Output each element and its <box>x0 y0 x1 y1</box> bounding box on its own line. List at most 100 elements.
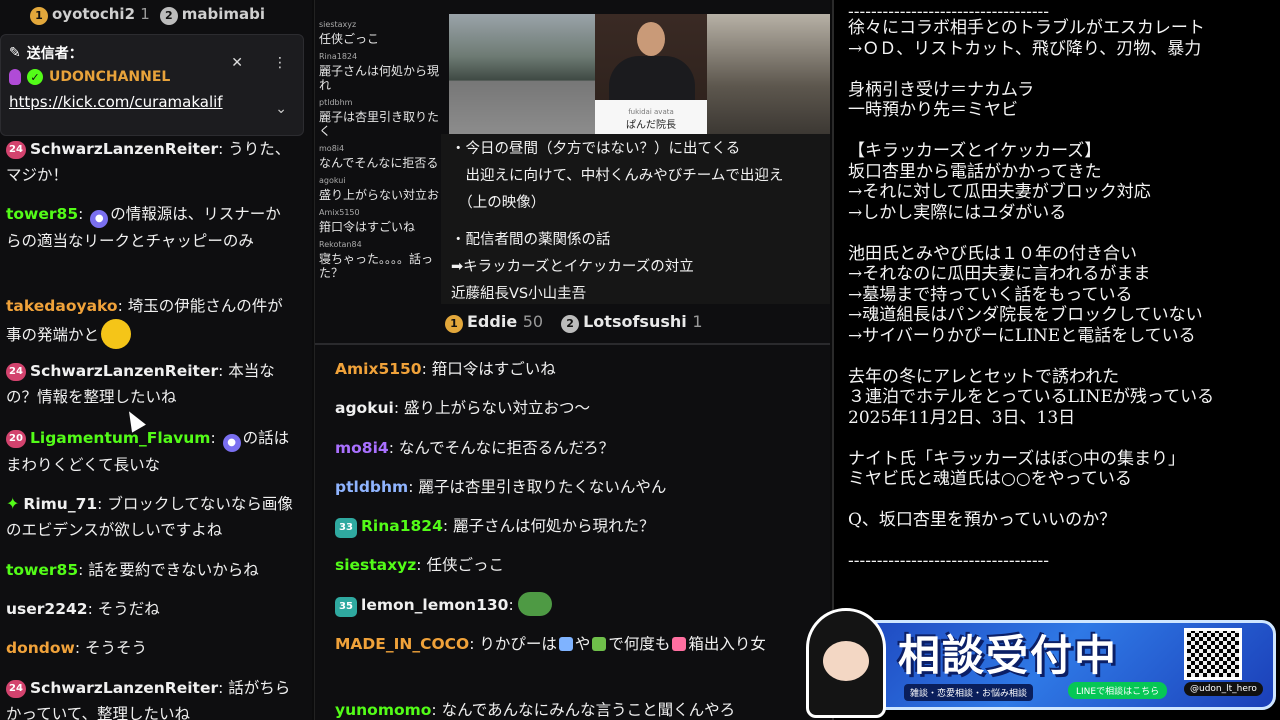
chat-username[interactable]: dondow <box>6 639 75 657</box>
rank-badge: 1 <box>30 6 48 25</box>
chevron-down-icon[interactable]: ⌄ <box>275 101 287 117</box>
chat-text: 盛り上がらない対立おつ〜 <box>404 399 591 417</box>
mini-chat-text: 麗子さんは何処から現れ <box>319 64 440 92</box>
leaderboard-count: 1 <box>140 5 150 24</box>
stream-notes-box: ・今日の昼間（夕方ではない？）に出てくる 出迎えに向けて、中村くんみやびチームで… <box>441 134 830 304</box>
note-line <box>848 428 1280 449</box>
chat-username[interactable]: SchwarzLanzenReiter <box>30 362 218 380</box>
leaderboard-user: oyotochi2 <box>52 5 136 24</box>
note-line: ミヤビ氏と魂道氏は○○をやっている <box>848 469 1132 489</box>
chat-username[interactable]: user2242 <box>6 600 88 618</box>
mini-chat-text: なんでそんなに拒否る <box>319 156 439 170</box>
duck-emote-icon <box>101 319 132 349</box>
note-line: 徐々にコラボ相手とのトラブルがエスカレート <box>848 18 1205 38</box>
frog-emote-icon <box>517 592 552 616</box>
chat-username[interactable]: tower85 <box>6 561 78 579</box>
note-line <box>451 217 821 227</box>
chat-username[interactable]: takedaoyako <box>6 297 118 315</box>
subscriber-badge: 24 <box>6 363 26 381</box>
x-handle[interactable]: @udon_lt_hero <box>1184 682 1263 696</box>
chat-message: user2242: そうだね <box>6 600 160 618</box>
note-line <box>848 223 1280 244</box>
pin-icon: ✎ <box>9 45 21 61</box>
more-options-icon[interactable]: ⋮ <box>273 55 287 71</box>
nameplate: fukidai avata ぱんだ院長 <box>595 100 707 134</box>
chat-username[interactable]: SchwarzLanzenReiter <box>30 140 218 158</box>
note-line <box>848 121 1280 142</box>
leaderboard-entry-1[interactable]: 1 Eddie 50 <box>445 312 543 333</box>
chat-text: 麗子さんは何処から現れた？ <box>453 517 655 535</box>
video-feed[interactable]: fukidai avata ぱんだ院長 <box>449 14 830 134</box>
note-line: 近藤組長VS小山圭吾 <box>451 286 587 302</box>
note-line <box>848 59 1280 80</box>
character-face <box>823 641 869 681</box>
leaderboard-entry-1[interactable]: 1 oyotochi2 1 <box>30 5 150 25</box>
chat-message: takedaoyako: 埼玉の伊能さんの件が事の発端かと <box>6 293 296 349</box>
chat-username[interactable]: ptldbhm <box>335 478 408 496</box>
pinned-link[interactable]: https://kick.com/curamakalif <box>9 93 295 111</box>
mini-chat-user: Rina1824 <box>319 52 358 61</box>
mini-chat-text: 箝口令はすごいね <box>319 220 416 234</box>
pinned-sender[interactable]: UDONCHANNEL <box>49 69 170 85</box>
rank-badge: 1 <box>445 314 463 333</box>
leaderboard-entry-2[interactable]: 2 mabimabi <box>159 5 266 25</box>
emote-icon: ● <box>222 434 241 452</box>
chat-text: りかぴーはやで何度も 箱出入り女 <box>479 635 766 653</box>
chat-text: 箝口令はすごいね <box>431 360 556 378</box>
mini-chat-user: agokui <box>319 176 346 185</box>
mini-chat-text: 任侠ごっこ <box>319 32 380 46</box>
banner-title: 相談受付中 <box>898 631 1119 680</box>
mini-chat-user: Amix5150 <box>319 208 360 217</box>
chat-message: 33 Rina1824: 麗子さんは何処から現れた？ <box>335 513 815 539</box>
chat-username[interactable]: Ligamentum_Flavum <box>30 429 210 447</box>
emote-icon: ● <box>90 210 109 228</box>
chat-text: そうだね <box>97 600 160 618</box>
mini-chat-user: ptldbhm <box>319 98 353 107</box>
consultation-banner[interactable]: 相談受付中 雑談・恋愛相談・お悩み相談 LINEで相談はこちら @udon_lt… <box>786 606 1280 720</box>
chat-username[interactable]: mo8i4 <box>335 439 389 457</box>
chat-username[interactable]: lemon_lemon130 <box>361 596 508 614</box>
chat-username[interactable]: SchwarzLanzenReiter <box>30 679 218 697</box>
note-line: Q、坂口杏里を預かっていいのか？ <box>848 510 1117 530</box>
note-line: （上の映像） <box>451 195 546 211</box>
note-line: →墓場まで持っていく話をもっている <box>848 284 1133 305</box>
chat-username[interactable]: agokui <box>335 399 394 417</box>
chat-username[interactable]: yunomomo <box>335 701 431 719</box>
chat-username[interactable]: tower85 <box>6 205 78 223</box>
chat-username[interactable]: Rina1824 <box>361 517 443 535</box>
leaderboard-user: mabimabi <box>181 5 266 24</box>
chat-username[interactable]: Amix5150 <box>335 360 422 378</box>
note-line: 【キラッカーズとイケッカーズ】 <box>848 141 1102 161</box>
rank-badge: 2 <box>159 6 178 25</box>
note-line <box>848 346 1280 367</box>
note-line: 2025年11月2日、3日、13日 <box>848 407 1076 428</box>
chat-username[interactable]: MADE_IN_COCO <box>335 635 469 653</box>
note-line: →しかし実際にはユダがいる <box>848 202 1067 223</box>
chat-username[interactable]: Rimu_71 <box>23 495 97 513</box>
leaderboard-count: 1 <box>692 312 703 331</box>
chat-message: dondow: そうそう <box>6 639 148 657</box>
mini-chat-user: siestaxyz <box>319 20 357 29</box>
note-line <box>848 490 1280 511</box>
chat-message: MADE_IN_COCO: りかぴーはやで何度も 箱出入り女 <box>335 635 766 653</box>
gifter-leaderboard: 1 oyotochi2 1 2 mabimabi <box>0 0 312 30</box>
note-line: 身柄引き受け＝ナカムラ <box>848 79 1035 100</box>
note-line: →ＯＤ、リストカット、飛び降り、刃物、暴力 <box>848 38 1202 59</box>
chat-message: ptldbhm: 麗子は杏里引き取りたくないんやん <box>335 478 667 496</box>
sparkle-badge-icon: ✦ <box>6 494 20 513</box>
rank-badge: 2 <box>561 314 580 333</box>
leaderboard-user: Lotsofsushi <box>583 312 687 331</box>
note-line: ・配信者間の薬関係の話 <box>451 232 611 248</box>
heart-emoji-icon <box>672 637 687 651</box>
chat-username[interactable]: siestaxyz <box>335 556 416 574</box>
chat-message: 24 SchwarzLanzenReiter: うりた、マジか！ <box>6 140 291 184</box>
chat-message: 35 lemon_lemon130: <box>335 592 815 618</box>
line-button[interactable]: LINEで相談はこちら <box>1068 682 1168 699</box>
subscriber-badge: 24 <box>6 141 26 159</box>
leaderboard-entry-2[interactable]: 2 Lotsofsushi 1 <box>561 312 703 333</box>
chat-message: tower85: 話を要約できないからね <box>6 561 259 579</box>
unpin-icon[interactable]: ✕ <box>231 55 243 71</box>
subscriber-badge: 33 <box>335 518 357 538</box>
nameplate-small: fukidai avata <box>628 108 674 116</box>
note-line: 坂口杏里から電話がかかってきた <box>848 161 1102 182</box>
